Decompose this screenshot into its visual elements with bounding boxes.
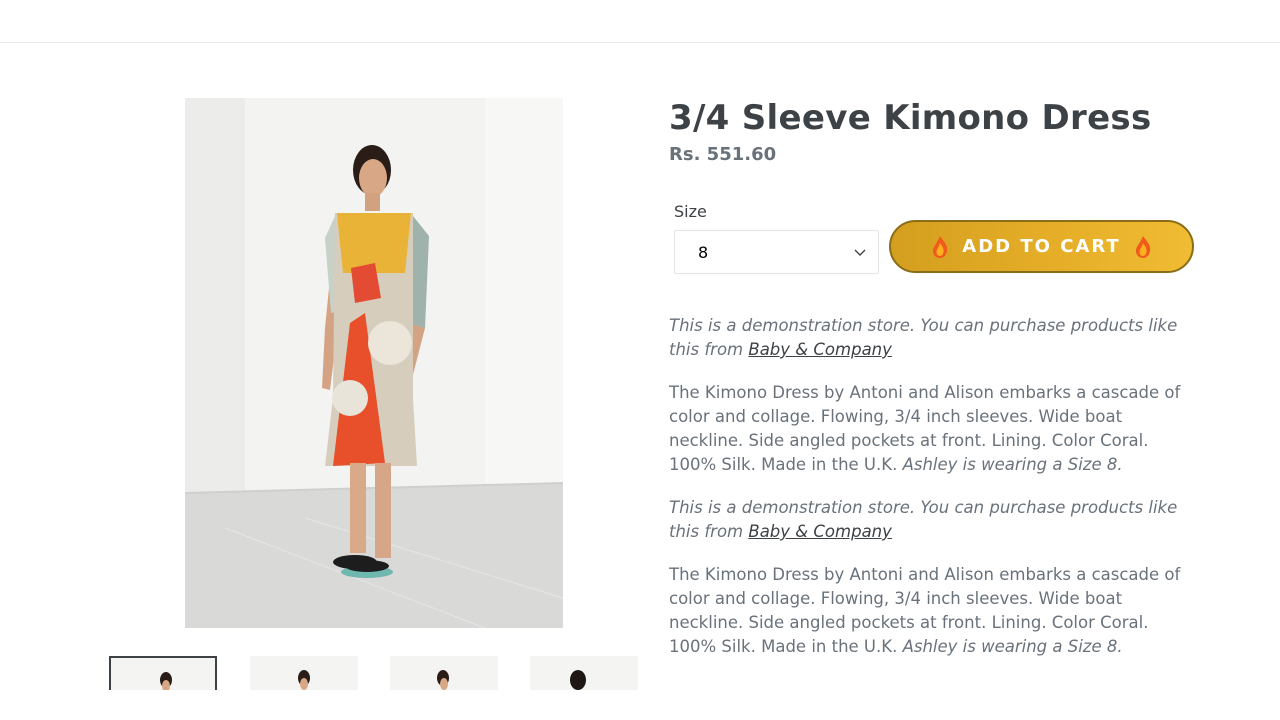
description-size-note: Ashley is wearing a Size 8. xyxy=(902,637,1123,656)
add-to-cart-button[interactable]: ADD TO CART xyxy=(889,220,1194,273)
thumbnail-image xyxy=(530,656,638,690)
chevron-down-icon xyxy=(854,249,866,256)
thumbnail-image xyxy=(390,656,498,690)
demo-notice-text: This is a demonstration store. You can p… xyxy=(669,316,1178,359)
baby-company-link[interactable]: Baby & Company xyxy=(748,522,892,541)
product-description: The Kimono Dress by Antoni and Alison em… xyxy=(669,381,1199,477)
description-size-note: Ashley is wearing a Size 8. xyxy=(902,455,1123,474)
add-to-cart-label: ADD TO CART xyxy=(962,236,1121,257)
thumbnail-2[interactable] xyxy=(250,656,358,690)
demo-notice-text: This is a demonstration store. You can p… xyxy=(669,498,1178,541)
product-photo xyxy=(185,98,563,628)
product-main-image[interactable] xyxy=(185,98,563,628)
size-select-value: 8 xyxy=(698,242,709,262)
thumbnail-image xyxy=(111,658,215,690)
demo-store-notice: This is a demonstration store. You can p… xyxy=(669,314,1199,362)
thumbnail-4[interactable] xyxy=(530,656,638,690)
size-select[interactable]: 8 xyxy=(674,230,879,274)
flame-icon xyxy=(1135,235,1150,258)
demo-store-notice: This is a demonstration store. You can p… xyxy=(669,496,1199,544)
baby-company-link[interactable]: Baby & Company xyxy=(748,340,892,359)
thumbnail-1[interactable] xyxy=(109,656,217,690)
thumbnail-3[interactable] xyxy=(390,656,498,690)
product-title: 3/4 Sleeve Kimono Dress xyxy=(669,98,1152,138)
size-label: Size xyxy=(674,202,707,221)
product-description: The Kimono Dress by Antoni and Alison em… xyxy=(669,563,1199,659)
thumbnail-image xyxy=(250,656,358,690)
product-price: Rs. 551.60 xyxy=(669,144,777,165)
flame-icon xyxy=(933,235,948,258)
site-header xyxy=(0,0,1280,43)
